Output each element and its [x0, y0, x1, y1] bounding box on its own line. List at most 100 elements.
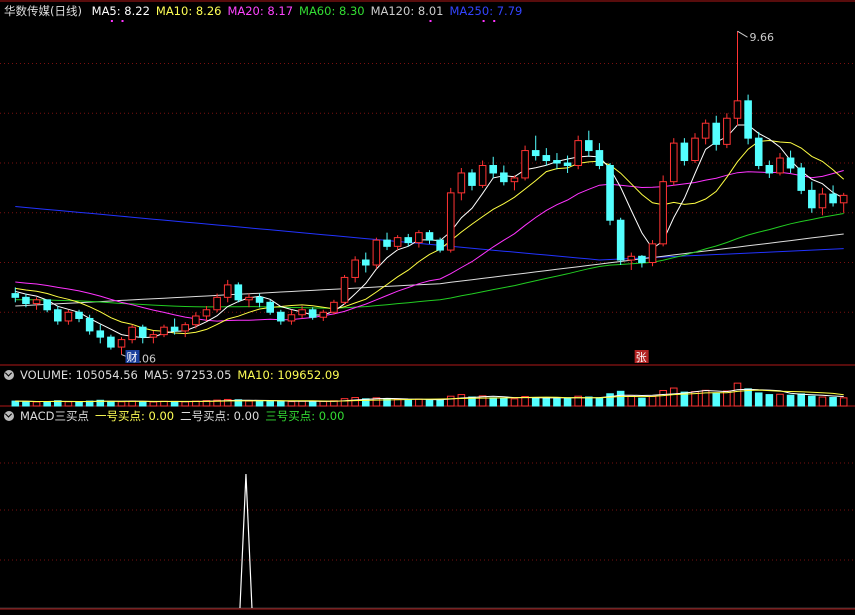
candle-body	[245, 296, 253, 301]
ma-label-1: MA10: 8.26	[155, 4, 222, 18]
candle-body	[818, 193, 827, 209]
macd-panel-header: MACD三买点 一号买点: 0.00 二号买点: 0.00 三号买点: 0.00	[4, 408, 356, 424]
ma60-line	[15, 213, 844, 309]
candle-body	[202, 309, 211, 317]
volume-bar	[393, 398, 402, 407]
macd-label-0: MACD三买点	[20, 409, 89, 423]
volume-bar	[277, 400, 285, 407]
candle-body	[160, 326, 168, 336]
volume-bar	[170, 400, 179, 407]
volume-bar	[308, 401, 317, 407]
volume-bar	[659, 389, 667, 407]
candle-body	[64, 311, 73, 322]
candle-body	[383, 239, 391, 247]
high-marker-arrow	[737, 30, 748, 38]
candle-body	[213, 296, 221, 311]
candle-body	[595, 150, 604, 167]
volume-bar	[553, 398, 561, 407]
candle-body	[372, 239, 381, 266]
candle-body	[627, 255, 636, 261]
volume-bar	[531, 397, 540, 407]
candle-body	[510, 177, 519, 183]
candle-body	[797, 167, 806, 191]
candle-body	[85, 317, 94, 332]
volume-bar	[818, 396, 827, 407]
volume-bar	[446, 395, 455, 407]
price-panel-title: 华数传媒(日线)	[4, 4, 82, 18]
macd-label-1: 一号买点: 0.00	[94, 409, 175, 423]
volume-bar	[500, 397, 508, 407]
volume-bar	[436, 399, 444, 407]
high-price-label: 9.66	[749, 31, 774, 44]
signal-dot	[493, 20, 496, 22]
candle-body	[606, 165, 614, 221]
volume-bar	[627, 395, 636, 407]
candle-body	[43, 299, 51, 311]
candle-body	[436, 239, 444, 251]
volume-bar	[776, 393, 784, 407]
volume-bar	[595, 397, 604, 407]
volume-bar	[11, 400, 20, 407]
macd-labels: MACD三买点 一号买点: 0.00 二号买点: 0.00 三号买点: 0.00	[20, 409, 350, 423]
volume-bar	[712, 392, 721, 407]
volume-bar	[457, 394, 466, 407]
volume-bar	[489, 397, 498, 407]
volume-bar	[404, 399, 413, 407]
candle-body	[776, 157, 784, 174]
volume-bar	[181, 401, 190, 407]
candle-body	[446, 192, 455, 251]
candle-body	[468, 172, 476, 186]
candle-body	[393, 237, 402, 247]
candle-body	[340, 276, 349, 303]
volume-bar	[117, 401, 126, 407]
signal-dot	[429, 20, 432, 22]
candle-body	[754, 137, 763, 167]
collapse-chevron-icon[interactable]	[4, 411, 14, 421]
collapse-chevron-icon[interactable]	[4, 370, 14, 380]
candle-body	[22, 296, 30, 305]
volume-bar	[266, 400, 274, 407]
candle-body	[149, 334, 158, 338]
volume-bar	[64, 401, 73, 407]
candle-body	[53, 309, 62, 322]
candle-body	[829, 193, 837, 204]
volume-bar	[298, 400, 306, 407]
candle-body	[298, 309, 306, 316]
volume-bar	[638, 397, 646, 407]
candle-body	[723, 117, 731, 145]
volume-bar	[808, 395, 816, 407]
volume-bar	[616, 390, 625, 407]
volume-bar	[43, 401, 51, 407]
ma20-line	[15, 170, 844, 322]
candle-body	[691, 137, 699, 162]
finance-tag: 财	[127, 350, 138, 364]
volume-labels: VOLUME: 105054.56 MA5: 97253.05 MA10: 1096…	[20, 368, 346, 382]
volume-bar	[765, 394, 774, 407]
volume-bar	[510, 398, 519, 407]
volume-bar	[75, 401, 83, 407]
candle-body	[319, 311, 328, 318]
volume-bar	[287, 401, 296, 407]
candle-body	[404, 237, 413, 244]
candle-body	[75, 311, 83, 319]
ma-label-0: MA5: 8.22	[91, 4, 150, 18]
volume-bar	[149, 401, 158, 407]
candle-body	[117, 339, 126, 348]
candle-body	[542, 155, 551, 162]
candle-body	[521, 150, 529, 179]
candle-body	[107, 336, 115, 348]
volume-label-0: VOLUME: 105054.56	[20, 368, 138, 382]
candle-body	[531, 150, 540, 157]
candle-body	[648, 243, 657, 264]
signal-dot	[482, 20, 485, 22]
volume-bar	[351, 397, 359, 407]
candle-body	[808, 189, 816, 209]
volume-bar	[32, 401, 41, 407]
volume-bar	[829, 397, 837, 407]
candle-body	[478, 165, 487, 186]
candle-body	[489, 165, 498, 174]
candle-body	[765, 165, 774, 174]
candle-body	[181, 324, 190, 332]
volume-bar	[786, 394, 795, 407]
ma-label-3: MA60: 8.30	[299, 4, 365, 18]
